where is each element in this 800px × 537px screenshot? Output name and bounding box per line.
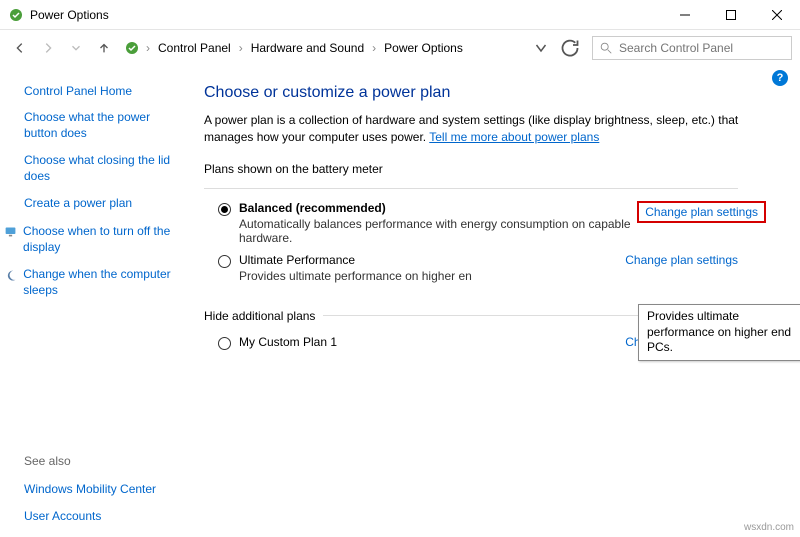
sidebar-turn-off-display[interactable]: Choose when to turn off the display xyxy=(23,224,176,255)
plan-ultimate: Ultimate Performance Provides ultimate p… xyxy=(204,251,766,289)
sidebar-mobility-center[interactable]: Windows Mobility Center xyxy=(24,482,176,498)
sidebar-computer-sleep[interactable]: Change when the computer sleeps xyxy=(23,267,176,298)
plan-balanced: Balanced (recommended) Automatically bal… xyxy=(204,199,766,251)
maximize-button[interactable] xyxy=(708,0,754,30)
breadcrumb-hardware-sound[interactable]: Hardware and Sound xyxy=(249,41,366,55)
plan-ultimate-desc: Provides ultimate performance on higher … xyxy=(239,269,613,283)
recent-dropdown[interactable] xyxy=(64,36,88,60)
address-bar[interactable]: › Control Panel › Hardware and Sound › P… xyxy=(120,36,554,60)
chevron-right-icon: › xyxy=(370,41,378,55)
sidebar-user-accounts[interactable]: User Accounts xyxy=(24,509,176,525)
page-description: A power plan is a collection of hardware… xyxy=(204,112,766,146)
sidebar-power-button-action[interactable]: Choose what the power button does xyxy=(24,110,176,141)
sidebar-create-plan[interactable]: Create a power plan xyxy=(24,196,176,212)
change-settings-ultimate[interactable]: Change plan settings xyxy=(625,253,738,267)
radio-custom[interactable] xyxy=(218,337,231,350)
sidebar-control-panel-home[interactable]: Control Panel Home xyxy=(24,84,176,98)
see-also-label: See also xyxy=(24,454,176,468)
plan-balanced-name: Balanced (recommended) xyxy=(239,201,637,215)
change-settings-balanced[interactable]: Change plan settings xyxy=(645,205,758,219)
back-button[interactable] xyxy=(8,36,32,60)
display-off-icon xyxy=(4,224,17,240)
learn-more-link[interactable]: Tell me more about power plans xyxy=(429,130,599,144)
up-button[interactable] xyxy=(92,36,116,60)
location-icon xyxy=(124,40,140,56)
forward-button[interactable] xyxy=(36,36,60,60)
app-icon xyxy=(8,7,24,23)
search-icon xyxy=(599,41,613,55)
breadcrumb-control-panel[interactable]: Control Panel xyxy=(156,41,233,55)
page-heading: Choose or customize a power plan xyxy=(204,84,766,102)
hide-plans-label[interactable]: Hide additional plans xyxy=(204,309,315,323)
radio-balanced[interactable] xyxy=(218,203,231,216)
minimize-button[interactable] xyxy=(662,0,708,30)
search-input[interactable] xyxy=(619,41,785,55)
radio-ultimate[interactable] xyxy=(218,255,231,268)
battery-meter-section-label: Plans shown on the battery meter xyxy=(204,162,766,180)
close-button[interactable] xyxy=(754,0,800,30)
sleep-icon xyxy=(4,267,17,283)
plan-balanced-desc: Automatically balances performance with … xyxy=(239,217,637,245)
sidebar: Control Panel Home Choose what the power… xyxy=(0,66,188,537)
refresh-button[interactable] xyxy=(558,36,582,60)
navbar: › Control Panel › Hardware and Sound › P… xyxy=(0,30,800,66)
breadcrumb-power-options[interactable]: Power Options xyxy=(382,41,465,55)
tooltip: Provides ultimate performance on higher … xyxy=(638,304,800,361)
search-box[interactable] xyxy=(592,36,792,60)
plan-ultimate-name: Ultimate Performance xyxy=(239,253,613,267)
address-dropdown[interactable] xyxy=(532,36,550,60)
highlight-box: Change plan settings xyxy=(637,201,766,223)
sidebar-lid-action[interactable]: Choose what closing the lid does xyxy=(24,153,176,184)
plan-custom-name: My Custom Plan 1 xyxy=(239,335,613,349)
chevron-right-icon: › xyxy=(144,41,152,55)
titlebar: Power Options xyxy=(0,0,800,30)
watermark: wsxdn.com xyxy=(744,522,794,533)
main-content: Choose or customize a power plan A power… xyxy=(188,66,800,537)
chevron-right-icon: › xyxy=(237,41,245,55)
window-title: Power Options xyxy=(30,8,662,22)
